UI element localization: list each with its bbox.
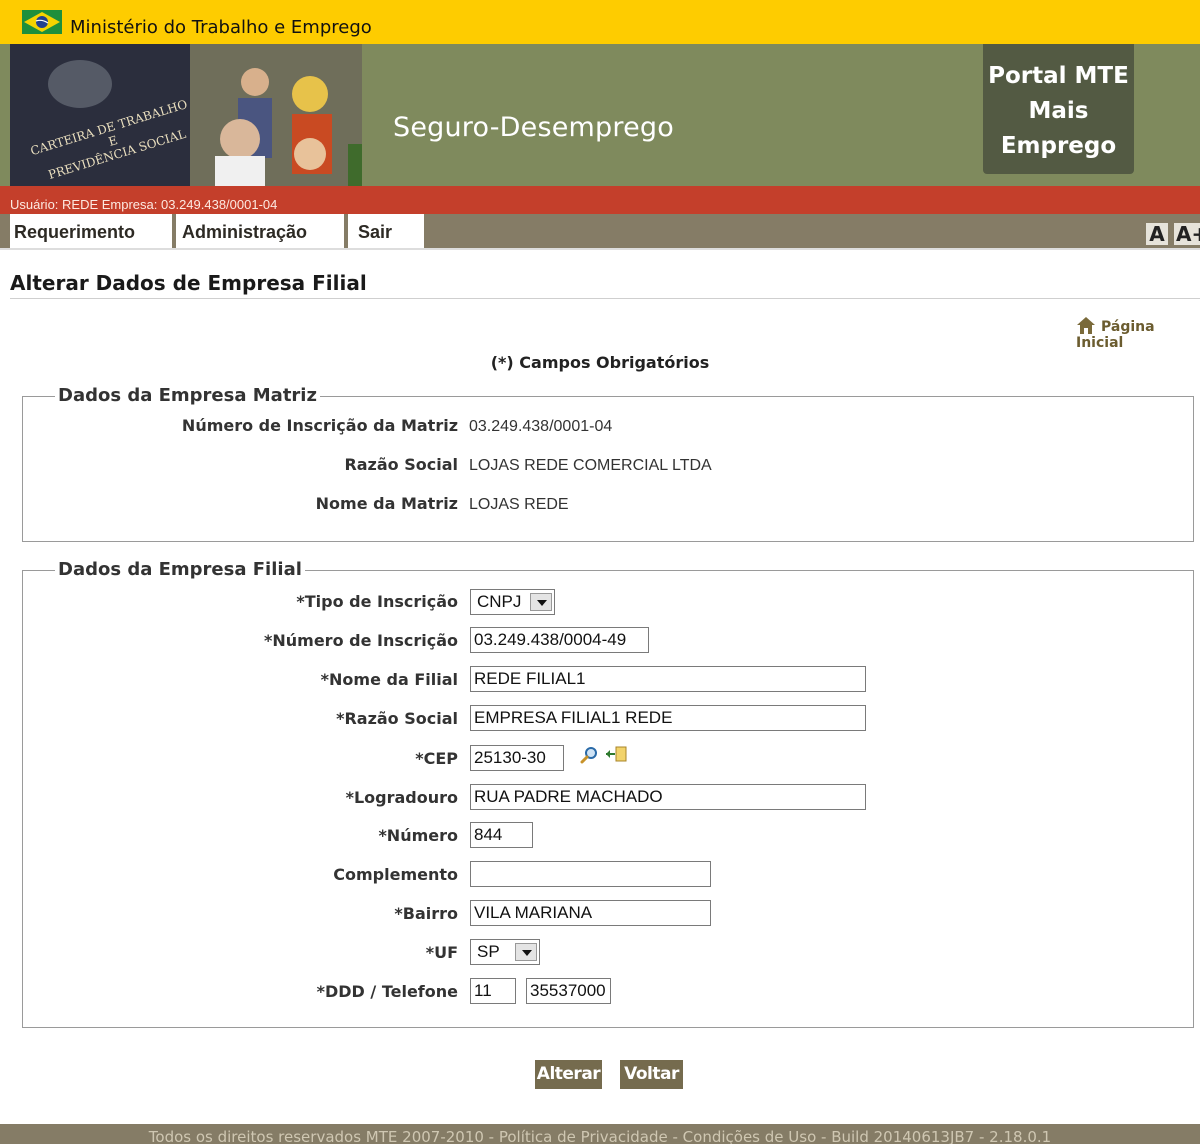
search-icon[interactable] — [580, 746, 598, 764]
cep-input[interactable]: 25130-30 — [470, 745, 564, 771]
alterar-button[interactable]: Alterar — [535, 1060, 602, 1089]
title-divider — [10, 298, 1200, 299]
matriz-nome-value: LOJAS REDE — [469, 496, 569, 513]
filial-legend: Dados da Empresa Filial — [55, 559, 305, 580]
logradouro-input[interactable]: RUA PADRE MACHADO — [470, 784, 866, 810]
uf-value: SP — [477, 942, 500, 961]
numero-input[interactable]: 844 — [470, 822, 533, 848]
bairro-label: *Bairro — [394, 904, 458, 923]
system-name: Seguro-Desemprego — [393, 112, 674, 143]
cep-label: *CEP — [415, 749, 458, 768]
matriz-inscricao-label: Número de Inscrição da Matriz — [181, 416, 458, 435]
portal-line-2: Mais — [1028, 98, 1089, 124]
razao-social-input[interactable]: EMPRESA FILIAL1 REDE — [470, 705, 866, 731]
clear-address-icon[interactable] — [604, 745, 628, 765]
portal-mte-link[interactable]: Portal MTE Mais Emprego — [983, 44, 1134, 174]
bairro-input[interactable]: VILA MARIANA — [470, 900, 711, 926]
ddd-input[interactable]: 11 — [470, 978, 516, 1004]
tipo-inscricao-label: *Tipo de Inscrição — [296, 592, 458, 611]
chevron-down-icon — [515, 943, 537, 961]
home-icon — [1077, 317, 1095, 334]
razao-social-label: *Razão Social — [336, 709, 458, 728]
footer: Todos os direitos reservados MTE 2007-20… — [0, 1124, 1200, 1144]
matriz-razao-label: Razão Social — [344, 455, 458, 474]
complemento-input[interactable] — [470, 861, 711, 887]
numero-label: *Número — [378, 826, 458, 845]
voltar-button[interactable]: Voltar — [620, 1060, 683, 1089]
matriz-inscricao-value: 03.249.438/0001-04 — [469, 418, 613, 435]
portal-line-3: Emprego — [1000, 133, 1117, 159]
user-info: Usuário: REDE Empresa: 03.249.438/0001-0… — [10, 197, 278, 212]
tipo-inscricao-value: CNPJ — [477, 592, 522, 611]
user-bar: Usuário: REDE Empresa: 03.249.438/0001-0… — [0, 186, 1200, 214]
matriz-razao-value: LOJAS REDE COMERCIAL LTDA — [469, 457, 712, 474]
banner-photo: CARTEIRA DE TRABALHO E PREVIDÊNCIA SOCIA… — [10, 44, 362, 186]
required-fields-note: (*) Campos Obrigatórios — [490, 353, 710, 372]
menu-administracao[interactable]: Administração — [176, 214, 346, 248]
telefone-label: *DDD / Telefone — [316, 982, 458, 1001]
page-title: Alterar Dados de Empresa Filial — [10, 271, 367, 295]
matriz-legend: Dados da Empresa Matriz — [55, 385, 320, 406]
gov-bar: Ministério do Trabalho e Emprego — [0, 0, 1200, 44]
header-banner: CARTEIRA DE TRABALHO E PREVIDÊNCIA SOCIA… — [0, 44, 1200, 186]
numero-inscricao-input[interactable]: 03.249.438/0004-49 — [470, 627, 649, 653]
tipo-inscricao-select[interactable]: CNPJ — [470, 589, 555, 615]
complemento-label: Complemento — [333, 865, 458, 884]
telefone-input[interactable]: 35537000 — [526, 978, 611, 1004]
matriz-nome-label: Nome da Matriz — [315, 494, 458, 513]
chevron-down-icon — [530, 593, 552, 611]
menu-requerimento[interactable]: Requerimento — [10, 214, 174, 248]
font-decrease-button[interactable]: A — [1146, 223, 1168, 245]
ministry-title[interactable]: Ministério do Trabalho e Emprego — [70, 17, 372, 38]
home-link[interactable]: Página Inicial — [1076, 316, 1200, 351]
uf-label: *UF — [425, 943, 458, 962]
portal-line-1: Portal MTE — [988, 63, 1129, 89]
numero-inscricao-label: *Número de Inscrição — [264, 631, 458, 650]
nome-filial-label: *Nome da Filial — [320, 670, 458, 689]
uf-select[interactable]: SP — [470, 939, 540, 965]
brazil-flag-icon — [22, 10, 62, 34]
logradouro-label: *Logradouro — [345, 788, 458, 807]
menu-sair[interactable]: Sair — [348, 214, 426, 248]
nome-filial-input[interactable]: REDE FILIAL1 — [470, 666, 866, 692]
font-increase-button[interactable]: A+ — [1174, 223, 1200, 245]
main-menu: Requerimento Administração Sair — [0, 214, 1200, 250]
